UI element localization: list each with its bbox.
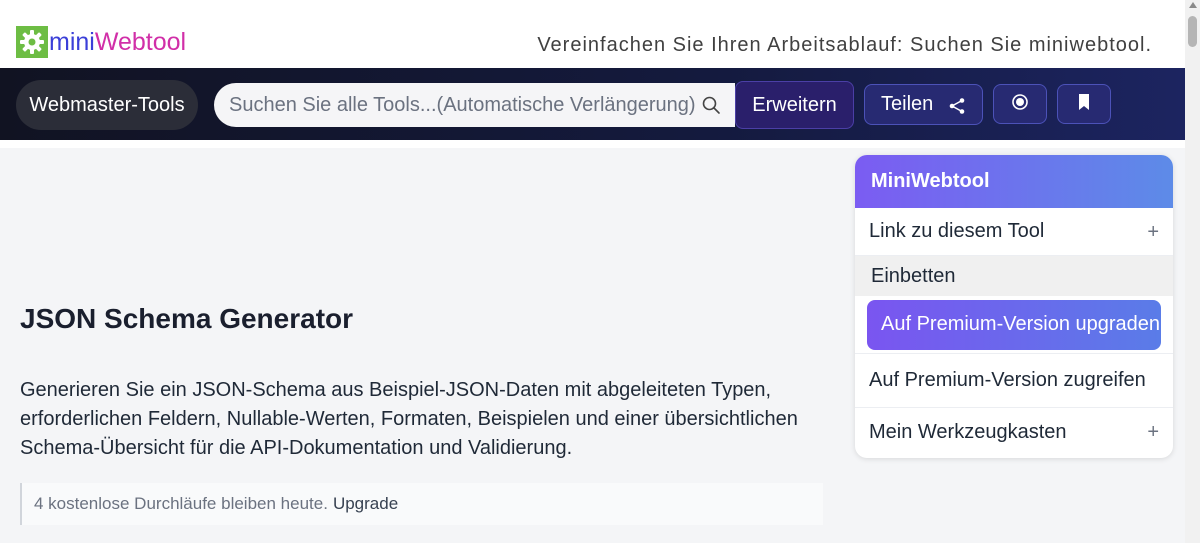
link-to-tool-item[interactable]: Link zu diesem Tool +	[855, 208, 1173, 256]
top-bar: miniWebtool Vereinfachen Sie Ihren Arbei…	[0, 0, 1185, 68]
search-box	[214, 83, 735, 127]
share-icon	[948, 97, 966, 115]
premium-upgrade-row: Auf Premium-Version upgraden	[855, 296, 1173, 354]
logo-text-mini: mini	[49, 28, 95, 56]
expand-search-button[interactable]: Erweitern	[735, 81, 854, 129]
share-button[interactable]: Teilen	[864, 84, 983, 125]
logo-text-webtool: Webtool	[94, 28, 187, 56]
embed-label: Einbetten	[871, 264, 956, 287]
share-button-label: Teilen	[881, 93, 934, 115]
gear-icon	[16, 26, 48, 58]
free-runs-text: 4 kostenlose Durchläufe bleiben heute.	[34, 494, 328, 513]
site-logo[interactable]: miniWebtool	[16, 26, 186, 58]
plus-icon: +	[1147, 221, 1159, 243]
plus-icon: +	[1147, 421, 1159, 443]
link-to-tool-label: Link zu diesem Tool	[869, 220, 1045, 242]
my-toolbox-item[interactable]: Mein Werkzeugkasten +	[855, 408, 1173, 456]
search-icon[interactable]	[701, 95, 721, 115]
logo-text: miniWebtool	[49, 26, 186, 58]
premium-upgrade-button[interactable]: Auf Premium-Version upgraden	[867, 299, 1161, 350]
page-description: Generieren Sie ein JSON-Schema aus Beisp…	[20, 379, 798, 459]
search-input[interactable]	[229, 93, 695, 117]
free-runs-notice: 4 kostenlose Durchläufe bleiben heute. U…	[20, 483, 823, 525]
record-icon	[1011, 93, 1029, 116]
bookmark-icon	[1076, 93, 1092, 116]
bookmark-button[interactable]	[1057, 84, 1111, 124]
card-title: MiniWebtool	[855, 155, 1173, 208]
nav-bar: Webmaster-Tools Erweitern Teilen	[0, 68, 1185, 140]
premium-access-label: Auf Premium-Version zugreifen	[869, 369, 1146, 391]
embed-item[interactable]: Einbetten	[855, 256, 1173, 296]
scroll-up-arrow-icon[interactable]	[1189, 2, 1197, 8]
my-toolbox-label: Mein Werkzeugkasten	[869, 420, 1067, 443]
upgrade-link[interactable]: Upgrade	[333, 494, 398, 514]
scrollbar-thumb[interactable]	[1188, 16, 1197, 47]
site-tagline: Vereinfachen Sie Ihren Arbeitsablauf: Su…	[537, 34, 1152, 56]
category-button[interactable]: Webmaster-Tools	[16, 80, 198, 130]
theme-toggle-button[interactable]	[993, 84, 1047, 124]
premium-access-item[interactable]: Auf Premium-Version zugreifen	[855, 354, 1173, 408]
page-title: JSON Schema Generator	[20, 303, 354, 334]
page-scrollbar[interactable]	[1185, 0, 1200, 543]
tool-actions-card: MiniWebtool Link zu diesem Tool + Einbet…	[855, 155, 1173, 458]
